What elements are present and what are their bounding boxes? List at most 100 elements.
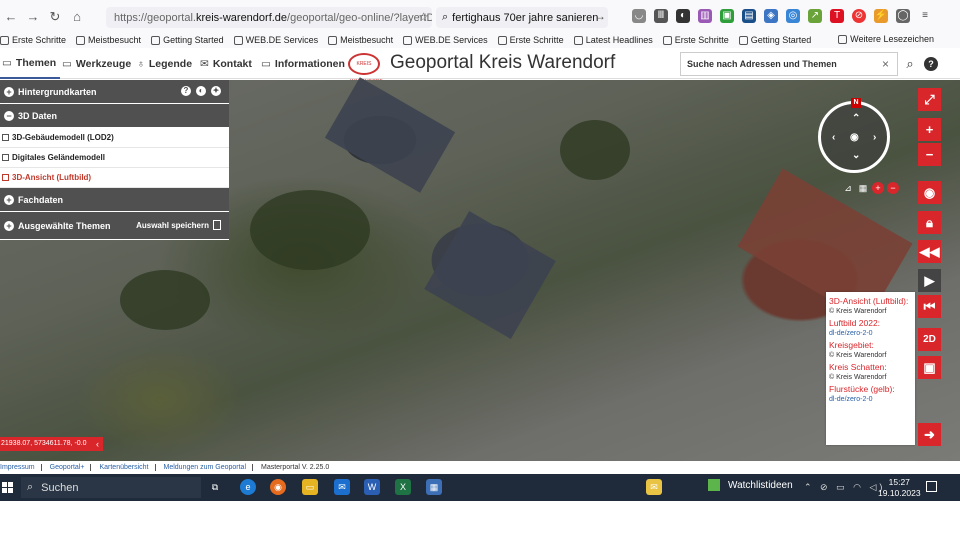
bookmark-item[interactable]: Erste Schritte	[662, 35, 729, 45]
section-fachdaten[interactable]: + Fachdaten	[0, 188, 229, 212]
pin-icon[interactable]: ✦	[211, 86, 221, 96]
section-3d-daten[interactable]: − 3D Daten	[0, 104, 229, 128]
ruler-icon[interactable]: ⊿	[842, 182, 854, 194]
edge-icon[interactable]: e	[240, 479, 256, 495]
menu-werkzeuge[interactable]: ▭ Werkzeuge	[62, 48, 131, 79]
taskbar-search[interactable]: ⌕ Suchen	[21, 477, 201, 498]
tilt-up-icon[interactable]: ⌃	[852, 113, 860, 124]
help-icon[interactable]: ?	[181, 86, 191, 96]
compass-control[interactable]: N ⌃ ⌄ ‹ › ◉	[818, 98, 890, 173]
extension-icon-5[interactable]: ◈	[764, 9, 778, 23]
menu-icon[interactable]: ≡	[918, 9, 932, 23]
file-explorer-icon[interactable]: ▭	[302, 479, 318, 495]
forward-icon[interactable]: →	[22, 9, 44, 24]
eye-icon[interactable]: ◉	[850, 132, 859, 143]
footer-kartenuebersicht-link[interactable]: Kartenübersicht	[99, 464, 156, 471]
tilt-down-icon[interactable]: ⌄	[852, 150, 860, 161]
bookmark-item[interactable]: Erste Schritte	[0, 35, 66, 45]
mail-icon[interactable]: ✉	[334, 479, 350, 495]
save-selection-button[interactable]: Auswahl speichern	[136, 220, 221, 230]
calculator-icon[interactable]: ▦	[426, 479, 442, 495]
library-icon[interactable]: Ⅲ	[654, 9, 668, 23]
attribution-link[interactable]: dl-de/zero-2-0	[829, 330, 912, 337]
zoom-out-button[interactable]: −	[918, 143, 941, 166]
extension-icon-1[interactable]: ◐	[676, 9, 690, 23]
rewind-button[interactable]: ◀◀	[918, 240, 941, 263]
lock-button[interactable]: 🔒︎	[918, 211, 941, 234]
extension-icon-6[interactable]: ◎	[786, 9, 800, 23]
help-button[interactable]: ?	[924, 57, 938, 71]
attribution-link[interactable]: dl-de/zero-2-0	[829, 396, 912, 403]
menu-kontakt[interactable]: ✉ Kontakt	[200, 48, 252, 79]
word-icon[interactable]: W	[364, 479, 380, 495]
back-icon[interactable]: ←	[0, 9, 22, 24]
section-hintergrundkarten[interactable]: + Hintergrundkarten ? ◐ ✦	[0, 80, 229, 104]
section-ausgewaehlte-themen[interactable]: + Ausgewählte Themen Auswahl speichern	[0, 212, 229, 240]
image-button[interactable]: ▣	[918, 356, 941, 379]
windows-start-icon[interactable]	[2, 482, 13, 493]
layer-3d-gebaeudemodell[interactable]: 3D-Gebäudemodell (LOD2)	[0, 128, 229, 148]
extension-icon-4[interactable]: ▤	[742, 9, 756, 23]
firefox-icon[interactable]: ◉	[270, 479, 286, 495]
watchlist-widget[interactable]: Watchlistideen	[708, 479, 793, 491]
reload-icon[interactable]: ↻	[44, 9, 66, 25]
footer-meldungen-link[interactable]: Meldungen zum Geoportal	[164, 464, 253, 471]
zoom-out-small-icon[interactable]: −	[887, 182, 899, 194]
extension-icon-9[interactable]: ⚡	[874, 9, 888, 23]
menu-legende[interactable]: ♁ Legende	[137, 48, 192, 79]
attribution-toggle-button[interactable]: ➜	[918, 423, 941, 446]
checkbox[interactable]	[2, 134, 9, 141]
bookmark-item[interactable]: Meistbesucht	[76, 35, 141, 45]
bookmark-item[interactable]: Erste Schritte	[497, 35, 564, 45]
bookmark-item[interactable]: Meistbesucht	[328, 35, 393, 45]
layer-gelaendemodell[interactable]: Digitales Geländemodell	[0, 148, 229, 168]
notification-icon[interactable]	[926, 481, 937, 492]
step-back-button[interactable]: ⏮	[918, 295, 941, 318]
clock[interactable]: 15:27 19.10.2023	[878, 477, 921, 499]
bookmark-item[interactable]: Latest Headlines	[573, 35, 653, 45]
go-arrow-icon[interactable]: →	[594, 9, 606, 23]
fullscreen-button[interactable]: ⤢	[918, 88, 941, 111]
clear-icon[interactable]: ×	[882, 57, 889, 71]
mail-envelope-icon[interactable]: ✉	[646, 479, 662, 495]
grid-icon[interactable]: ▦	[857, 182, 869, 194]
excel-icon[interactable]: X	[395, 479, 411, 495]
mode-2d-button[interactable]: 2D	[918, 328, 941, 351]
system-tray-icons[interactable]: ⌃ ⊘ ▭ ◠ ◁)	[804, 482, 885, 493]
address-search-input[interactable]: Suche nach Adressen und Themen	[680, 52, 898, 76]
task-view-icon[interactable]: ⧉	[207, 479, 223, 495]
account-icon[interactable]: ◯	[896, 9, 910, 23]
extension-icon-2[interactable]: ▥	[698, 9, 712, 23]
checkbox[interactable]	[2, 154, 9, 161]
pocket-icon[interactable]: ◡	[632, 9, 646, 23]
footer-geoportal-plus-link[interactable]: Geoportal+	[50, 464, 92, 471]
checkbox-checked[interactable]	[2, 174, 9, 181]
bookmark-item[interactable]: Getting Started	[738, 35, 811, 45]
contrast-icon[interactable]: ◐	[196, 86, 206, 96]
extension-icon-8[interactable]: T	[830, 9, 844, 23]
gear-icon	[76, 35, 86, 45]
menu-themen[interactable]: ▭ Themen	[0, 48, 61, 79]
zoom-in-button[interactable]: +	[918, 118, 941, 141]
adblock-icon[interactable]: ⊘	[852, 9, 866, 23]
menu-informationen[interactable]: ▭ Informationen	[261, 48, 345, 79]
bookmark-item[interactable]: WEB.DE Services	[233, 35, 318, 45]
location-pin-button[interactable]: ◉	[918, 181, 941, 204]
chevron-left-icon[interactable]: ‹	[96, 437, 99, 451]
bookmark-item[interactable]: Getting Started	[151, 35, 224, 45]
bookmark-more[interactable]: Weitere Lesezeichen	[838, 34, 934, 44]
zoom-in-small-icon[interactable]: +	[872, 182, 884, 194]
home-icon[interactable]: ⌂	[66, 9, 88, 24]
bookmark-item[interactable]: WEB.DE Services	[403, 35, 488, 45]
extension-icon-7[interactable]: ↗	[808, 9, 822, 23]
play-button[interactable]: ▶	[918, 269, 941, 292]
footer-impressum-link[interactable]: Impressum	[0, 464, 42, 471]
url-bar[interactable]: https://geoportal. kreis-warendorf.de/geo…	[106, 7, 432, 28]
layer-3d-ansicht[interactable]: 3D-Ansicht (Luftbild)	[0, 168, 229, 188]
search-icon[interactable]: ⌕	[900, 51, 920, 77]
star-icon[interactable]: ☆	[418, 10, 429, 24]
rotate-right-icon[interactable]: ›	[873, 132, 876, 143]
rotate-left-icon[interactable]: ‹	[832, 132, 835, 143]
extension-icon-3[interactable]: ▣	[720, 9, 734, 23]
browser-search[interactable]: ⌕ fertighaus 70er jahre sanieren	[436, 7, 608, 28]
